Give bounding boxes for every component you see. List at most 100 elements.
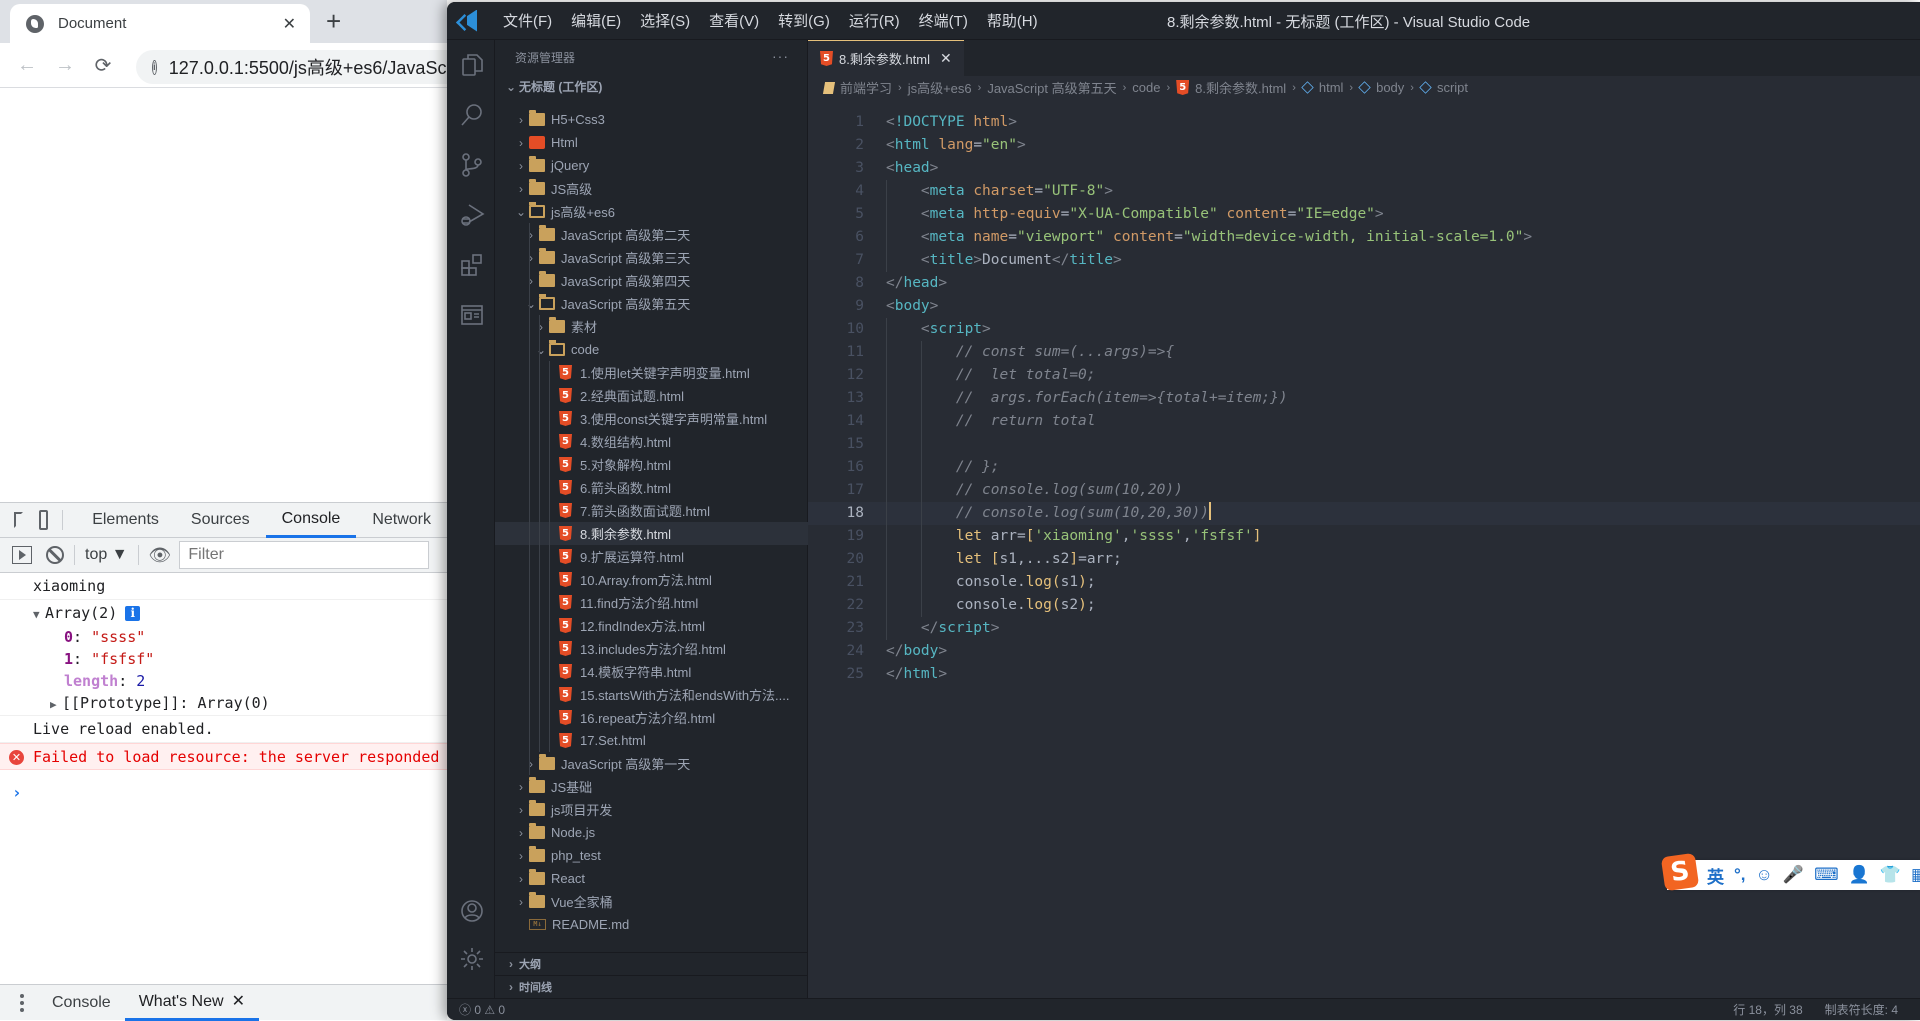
microphone-icon[interactable]: 🎤 bbox=[1783, 865, 1804, 885]
tree-folder[interactable]: ›React bbox=[495, 867, 808, 890]
tree-file[interactable]: 516.repeat方法介绍.html bbox=[495, 706, 808, 729]
address-bar[interactable]: i 127.0.0.1:5500/js高级+es6/JavaScript 高级第… bbox=[136, 50, 476, 84]
cursor-position[interactable]: 行 18，列 38 bbox=[1733, 1001, 1802, 1018]
code-line[interactable]: 4 <meta charset="UTF-8"> bbox=[808, 180, 1920, 203]
code-line[interactable]: 21 console.log(s1); bbox=[808, 571, 1920, 594]
code-line[interactable]: 13 // args.forEach(item=>{total+=item;}) bbox=[808, 387, 1920, 410]
settings-gear-icon[interactable] bbox=[459, 946, 485, 972]
extensions-icon[interactable] bbox=[459, 252, 485, 278]
menu-help[interactable]: 帮助(H) bbox=[987, 10, 1038, 31]
menu-edit[interactable]: 编辑(E) bbox=[571, 10, 621, 31]
tree-folder[interactable]: ›JS高级 bbox=[495, 177, 808, 200]
code-line[interactable]: 5 <meta http-equiv="X-UA-Compatible" con… bbox=[808, 203, 1920, 226]
console-prompt[interactable]: › bbox=[12, 783, 22, 802]
tree-folder[interactable]: ›JavaScript 高级第四天 bbox=[495, 269, 808, 292]
expand-triangle-icon[interactable]: ▼ bbox=[33, 602, 45, 628]
breadcrumb-item[interactable]: script bbox=[1420, 80, 1468, 95]
drawer-tab-whats-new[interactable]: What's New✕ bbox=[125, 985, 259, 1021]
timeline-section[interactable]: › 时间线 bbox=[495, 975, 808, 998]
tree-folder[interactable]: ›素材 bbox=[495, 315, 808, 338]
collapsed-triangle-icon[interactable]: ▶ bbox=[50, 694, 62, 716]
tree-folder[interactable]: ›JavaScript 高级第二天 bbox=[495, 223, 808, 246]
tab-network[interactable]: Network bbox=[356, 502, 447, 538]
breadcrumb-item[interactable]: code bbox=[1132, 80, 1160, 95]
code-line[interactable]: 7 <title>Document</title> bbox=[808, 249, 1920, 272]
breadcrumb-item[interactable]: JavaScript 高级第五天 bbox=[987, 78, 1116, 97]
tree-folder[interactable]: ›JavaScript 高级第一天 bbox=[495, 752, 808, 775]
code-line[interactable]: 23 </script> bbox=[808, 617, 1920, 640]
tree-folder[interactable]: ⌄JavaScript 高级第五天 bbox=[495, 292, 808, 315]
tree-folder[interactable]: ⌄code bbox=[495, 338, 808, 361]
forward-button[interactable]: → bbox=[46, 54, 84, 77]
code-line[interactable]: 12 // let total=0; bbox=[808, 364, 1920, 387]
tab-console[interactable]: Console bbox=[266, 502, 357, 538]
menu-terminal[interactable]: 终端(T) bbox=[919, 10, 968, 31]
tree-file[interactable]: 55.对象解构.html bbox=[495, 453, 808, 476]
ime-language-toggle[interactable]: 英 bbox=[1707, 863, 1724, 888]
breadcrumb-item[interactable]: 前端学习 bbox=[824, 78, 892, 97]
live-expression-eye-icon[interactable]: 👁 bbox=[149, 545, 172, 566]
code-line[interactable]: 1<!DOCTYPE html> bbox=[808, 111, 1920, 134]
array-prototype[interactable]: ▶[[Prototype]]: Array(0) bbox=[0, 692, 447, 716]
tree-folder[interactable]: ›Vue全家桶 bbox=[495, 890, 808, 913]
code-line[interactable]: 16 // }; bbox=[808, 456, 1920, 479]
breadcrumb-item[interactable]: body bbox=[1359, 80, 1404, 95]
tree-file[interactable]: 511.find方法介绍.html bbox=[495, 591, 808, 614]
code-line[interactable]: 6 <meta name="viewport" content="width=d… bbox=[808, 226, 1920, 249]
tree-folder[interactable]: ›Html bbox=[495, 131, 808, 154]
tree-file[interactable]: 51.使用let关键字声明变量.html bbox=[495, 361, 808, 384]
more-actions-icon[interactable]: ··· bbox=[772, 48, 789, 64]
tree-file[interactable]: 58.剩余参数.html bbox=[495, 522, 808, 545]
tab-size-indicator[interactable]: 制表符长度: 4 bbox=[1825, 1001, 1898, 1018]
tree-folder[interactable]: ›H5+Css3 bbox=[495, 108, 808, 131]
inspect-element-icon[interactable] bbox=[14, 512, 23, 528]
run-debug-icon[interactable] bbox=[459, 202, 485, 228]
editor-tab[interactable]: 5 8.剩余参数.html ✕ bbox=[808, 40, 964, 76]
tree-file[interactable]: 510.Array.from方法.html bbox=[495, 568, 808, 591]
code-line[interactable]: 9<body> bbox=[808, 295, 1920, 318]
explorer-icon[interactable] bbox=[459, 52, 485, 78]
tree-file[interactable]: 57.箭头函数面试题.html bbox=[495, 499, 808, 522]
keyboard-icon[interactable]: ⌨ bbox=[1814, 865, 1839, 885]
menu-selection[interactable]: 选择(S) bbox=[640, 10, 690, 31]
sogou-logo-icon[interactable]: S bbox=[1661, 853, 1699, 891]
menu-go[interactable]: 转到(G) bbox=[778, 10, 830, 31]
tree-folder[interactable]: ›js项目开发 bbox=[495, 798, 808, 821]
code-line[interactable]: 19 let arr=['xiaoming','ssss','fsfsf'] bbox=[808, 525, 1920, 548]
code-editor[interactable]: 1<!DOCTYPE html>2<html lang="en">3<head>… bbox=[808, 111, 1920, 686]
tree-folder[interactable]: ›JS基础 bbox=[495, 775, 808, 798]
toolbox-grid-icon[interactable]: ▦ bbox=[1911, 865, 1920, 885]
emoji-icon[interactable]: ☺ bbox=[1756, 865, 1773, 885]
tab-elements[interactable]: Elements bbox=[76, 502, 175, 538]
code-line[interactable]: 10 <script> bbox=[808, 318, 1920, 341]
tree-folder[interactable]: ›php_test bbox=[495, 844, 808, 867]
skin-shirt-icon[interactable]: 👕 bbox=[1880, 865, 1901, 885]
reload-button[interactable]: ⟳ bbox=[84, 53, 122, 78]
tree-file[interactable]: 59.扩展运算符.html bbox=[495, 545, 808, 568]
source-control-icon[interactable] bbox=[459, 152, 485, 178]
more-menu-icon[interactable] bbox=[20, 994, 24, 1012]
site-info-icon[interactable]: i bbox=[152, 60, 157, 75]
back-button[interactable]: ← bbox=[8, 54, 46, 77]
close-icon[interactable]: ✕ bbox=[232, 993, 245, 1010]
code-line[interactable]: 25</html> bbox=[808, 663, 1920, 686]
close-icon[interactable]: ✕ bbox=[940, 50, 952, 67]
breadcrumb-item[interactable]: html bbox=[1302, 80, 1344, 95]
tree-folder[interactable]: ⌄js高级+es6 bbox=[495, 200, 808, 223]
code-line[interactable]: 22 console.log(s2); bbox=[808, 594, 1920, 617]
tree-folder[interactable]: ›Node.js bbox=[495, 821, 808, 844]
search-icon[interactable] bbox=[459, 102, 485, 128]
tree-file[interactable]: 512.findIndex方法.html bbox=[495, 614, 808, 637]
console-filter-input[interactable] bbox=[179, 541, 429, 569]
code-line[interactable]: 14 // return total bbox=[808, 410, 1920, 433]
user-icon[interactable]: 👤 bbox=[1849, 865, 1870, 885]
account-icon[interactable] bbox=[459, 898, 485, 924]
code-line[interactable]: 18 // console.log(sum(10,20,30)) bbox=[808, 502, 1920, 525]
menu-view[interactable]: 查看(V) bbox=[709, 10, 759, 31]
new-tab-button[interactable]: + bbox=[326, 6, 341, 37]
problems-indicator[interactable]: ⓧ 0 ⚠ 0 bbox=[459, 1001, 505, 1018]
tree-file[interactable]: 513.includes方法介绍.html bbox=[495, 637, 808, 660]
tree-file[interactable]: 56.箭头函数.html bbox=[495, 476, 808, 499]
close-tab-icon[interactable]: ✕ bbox=[283, 14, 296, 34]
console-array-toggle[interactable]: ▼Array(2)i bbox=[0, 600, 447, 626]
